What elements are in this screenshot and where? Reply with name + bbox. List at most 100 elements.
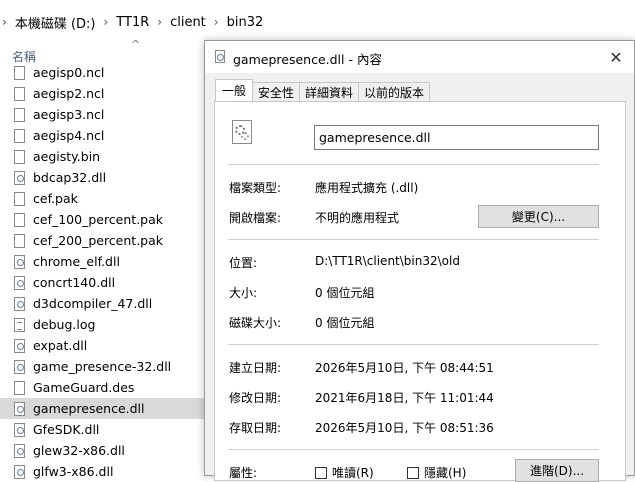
file-icon — [14, 107, 25, 122]
file-list-item[interactable]: aegisp3.ncl — [0, 104, 204, 125]
dll-file-icon — [14, 338, 25, 353]
size-on-disk-label: 磁碟大小: — [229, 316, 282, 330]
file-name: bdcap32.dll — [33, 170, 107, 185]
breadcrumb-item-client[interactable]: client — [170, 15, 206, 30]
file-list-item[interactable]: expat.dll — [0, 335, 204, 356]
tab-bar: 一般 安全性 詳細資料 以前的版本 — [215, 79, 431, 102]
readonly-checkbox[interactable]: 唯讀(R) — [315, 464, 374, 481]
file-name: aegisp2.ncl — [33, 86, 105, 101]
file-name: d3dcompiler_47.dll — [33, 296, 153, 311]
file-name: GameGuard.des — [33, 380, 135, 395]
change-button[interactable]: 變更(C)... — [478, 205, 599, 228]
file-icon — [14, 191, 25, 206]
file-list-item[interactable]: aegisp2.ncl — [0, 83, 204, 104]
file-name: aegisp0.ncl — [33, 65, 105, 80]
file-icon — [14, 233, 25, 248]
file-name: aegisty.bin — [33, 149, 101, 164]
opens-with-value: 不明的應用程式 — [315, 211, 400, 225]
breadcrumb-separator-icon: › — [157, 15, 163, 29]
file-list-item[interactable]: glfw3-x86.dll — [0, 461, 204, 482]
breadcrumb-item-drive[interactable]: 本機磁碟 (D:) — [15, 13, 96, 32]
file-name: expat.dll — [33, 338, 88, 353]
file-list-item[interactable]: cef_100_percent.pak — [0, 209, 204, 230]
location-label: 位置: — [229, 256, 258, 270]
file-name: glew32-x86.dll — [33, 443, 125, 458]
tab-security[interactable]: 安全性 — [252, 82, 301, 102]
dll-file-icon — [215, 50, 225, 63]
accessed-value: 2026年5月10日, 下午 08:51:36 — [315, 421, 494, 435]
divider — [228, 449, 599, 450]
dll-file-icon — [14, 296, 25, 311]
file-name-field[interactable]: gamepresence.dll — [314, 125, 599, 150]
breadcrumb-separator-icon: › — [103, 15, 109, 29]
file-list-item[interactable]: game_presence-32.dll — [0, 356, 204, 377]
file-icon — [14, 380, 25, 395]
file-icon — [14, 128, 25, 143]
attributes-label: 屬性: — [229, 466, 258, 480]
hidden-checkbox[interactable]: 隱藏(H) — [407, 464, 466, 481]
opens-with-label: 開啟檔案: — [229, 211, 282, 225]
dll-file-large-icon — [232, 120, 252, 144]
sort-ascending-icon: ^ — [131, 38, 141, 51]
file-name: glfw3-x86.dll — [33, 464, 114, 479]
file-list-item[interactable]: debug.log — [0, 314, 204, 335]
size-on-disk-value: 0 個位元組 — [315, 316, 375, 330]
file-list-item[interactable]: cef.pak — [0, 188, 204, 209]
checkbox-icon — [315, 466, 327, 479]
size-label: 大小: — [229, 286, 258, 300]
file-name: debug.log — [33, 317, 96, 332]
modified-value: 2021年6月18日, 下午 11:01:44 — [315, 391, 494, 405]
divider — [228, 344, 599, 345]
breadcrumb-item-bin32[interactable]: bin32 — [227, 15, 264, 30]
file-list-item[interactable]: gamepresence.dll — [0, 398, 204, 419]
size-value: 0 個位元組 — [315, 286, 375, 300]
breadcrumb-item-tt1r[interactable]: TT1R — [116, 15, 149, 30]
breadcrumb-separator-icon: › — [213, 15, 219, 29]
file-list-item[interactable]: chrome_elf.dll — [0, 251, 204, 272]
file-list-item[interactable]: glew32-x86.dll — [0, 440, 204, 461]
readonly-label: 唯讀(R) — [332, 466, 374, 480]
file-name: aegisp3.ncl — [33, 107, 105, 122]
dll-file-icon — [14, 422, 25, 437]
location-value: D:\TT1R\client\bin32\old — [315, 254, 460, 268]
file-name: cef_100_percent.pak — [33, 212, 164, 227]
dll-file-icon — [14, 254, 25, 269]
file-list-item[interactable]: bdcap32.dll — [0, 167, 204, 188]
file-icon — [14, 212, 25, 227]
file-name: cef_200_percent.pak — [33, 233, 164, 248]
dll-file-icon — [14, 443, 25, 458]
dialog-titlebar[interactable]: gamepresence.dll - 內容 ✕ — [205, 41, 634, 73]
created-label: 建立日期: — [229, 361, 282, 375]
file-list-item[interactable]: cef_200_percent.pak — [0, 230, 204, 251]
file-icon — [14, 149, 25, 164]
dll-file-icon — [14, 464, 25, 479]
file-list-item[interactable]: aegisp4.ncl — [0, 125, 204, 146]
file-list-item[interactable]: d3dcompiler_47.dll — [0, 293, 204, 314]
file-list-item[interactable]: GameGuard.des — [0, 377, 204, 398]
file-list-item[interactable]: aegisp0.ncl — [0, 62, 204, 83]
file-name: concrt140.dll — [33, 275, 116, 290]
file-list-item[interactable]: GfeSDK.dll — [0, 419, 204, 440]
tab-general[interactable]: 一般 — [215, 79, 254, 101]
divider — [228, 239, 599, 240]
accessed-label: 存取日期: — [229, 421, 282, 435]
close-icon[interactable]: ✕ — [598, 41, 634, 73]
checkbox-icon — [407, 466, 419, 479]
advanced-button[interactable]: 進階(D)... — [515, 459, 599, 482]
file-name: aegisp4.ncl — [33, 128, 105, 143]
log-file-icon — [14, 317, 25, 332]
created-value: 2026年5月10日, 下午 08:44:51 — [315, 361, 494, 375]
file-type-label: 檔案類型: — [229, 181, 282, 195]
file-list-item[interactable]: concrt140.dll — [0, 272, 204, 293]
file-name: chrome_elf.dll — [33, 254, 120, 269]
file-name: game_presence-32.dll — [33, 359, 172, 374]
dll-file-icon — [14, 275, 25, 290]
breadcrumb-separator-icon: › — [2, 15, 7, 29]
file-list-item[interactable]: aegisty.bin — [0, 146, 204, 167]
tab-previous-versions[interactable]: 以前的版本 — [358, 82, 431, 102]
file-icon — [14, 65, 25, 80]
tab-details[interactable]: 詳細資料 — [299, 82, 360, 102]
properties-dialog: gamepresence.dll - 內容 ✕ 一般 安全性 詳細資料 以前的版… — [204, 40, 635, 482]
file-icon — [14, 86, 25, 101]
file-type-value: 應用程式擴充 (.dll) — [315, 181, 419, 195]
